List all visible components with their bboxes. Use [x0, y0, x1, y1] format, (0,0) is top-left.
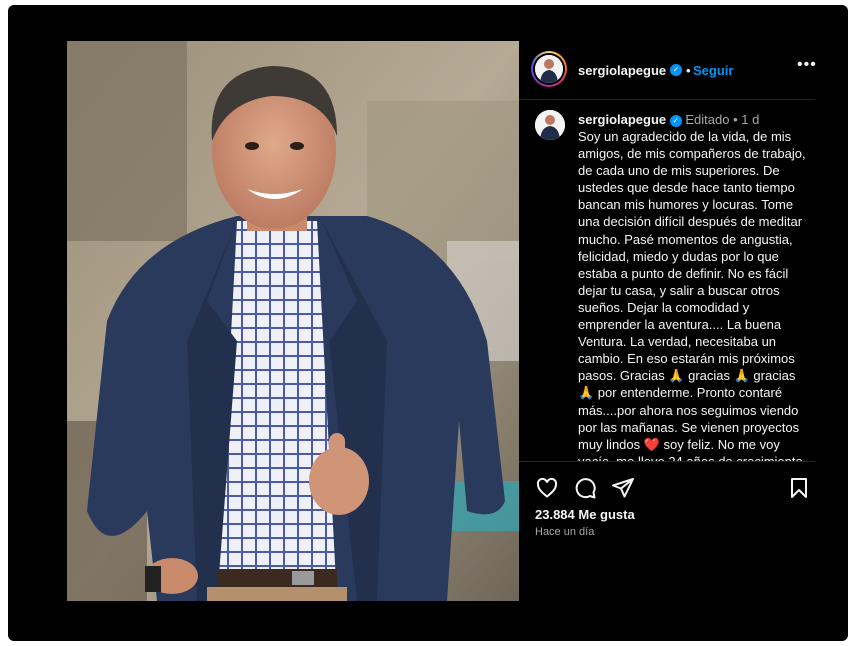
- caption-line: más....por ahora nos seguimos viendo: [578, 402, 799, 418]
- post-timestamp[interactable]: Hace un día: [535, 526, 594, 538]
- caption-line: felicidad, miedo y dudas por lo que: [578, 248, 779, 264]
- caption-line: por las mañanas. Se vienen proyectos: [578, 419, 800, 435]
- author-avatar[interactable]: [531, 51, 567, 87]
- caption-username[interactable]: sergiolapegue: [578, 112, 666, 127]
- caption-line: emprender la aventura.... La buena: [578, 317, 782, 333]
- like-count[interactable]: 23.884 Me gusta: [535, 507, 635, 522]
- caption-line: vacío, me llevo 24 años de crecimiento: [578, 453, 810, 461]
- more-options-icon[interactable]: •••: [797, 56, 817, 74]
- caption-line: mucho. Pasé momentos de angustia,: [578, 231, 793, 247]
- avatar-image: [535, 55, 563, 83]
- bookmark-icon[interactable]: [787, 476, 811, 505]
- caption-line: muy lindos ❤️ soy feliz. No me voy: [578, 436, 780, 452]
- post-side-panel: sergiolapegue ✓ • Seguir ••• sergiolapeg…: [519, 41, 817, 602]
- post-header: sergiolapegue ✓ • Seguir •••: [519, 41, 817, 100]
- caption-line: 🙏 por entenderme. Pronto contaré: [578, 385, 783, 401]
- comment-icon[interactable]: [573, 476, 597, 505]
- instagram-post-modal: sergiolapegue ✓ • Seguir ••• sergiolapeg…: [8, 5, 848, 641]
- caption-meta: Editado • 1 d: [685, 112, 760, 127]
- caption-line: pasos. Gracias 🙏 gracias 🙏 gracias: [578, 368, 796, 384]
- verified-badge-icon: ✓: [670, 64, 682, 76]
- verified-badge-icon: ✓: [669, 115, 682, 127]
- separator-dot: •: [686, 63, 691, 78]
- follow-button[interactable]: Seguir: [693, 63, 733, 78]
- caption-line: estaba a punto de definir. No es fácil: [578, 265, 789, 281]
- caption-line: bancan mis humores y locuras. Tome: [578, 197, 794, 213]
- caption-line: de cada uno de mis superiores. De: [578, 163, 780, 179]
- caption-line: dejar tu casa, y salir a buscar otros: [578, 282, 780, 298]
- send-icon[interactable]: [611, 476, 635, 505]
- caption-line: Soy un agradecido de la vida, de mis: [578, 129, 792, 144]
- caption-line: ustedes que desde hace tanto tiempo: [578, 180, 795, 196]
- caption-line: Ventura. La verdad, necesitaba un: [578, 334, 777, 350]
- action-bar: 23.884 Me gusta Hace un día: [519, 461, 815, 602]
- heart-icon[interactable]: [535, 476, 559, 505]
- post-photo[interactable]: [67, 41, 519, 601]
- man-in-blazer-photo: [67, 41, 519, 601]
- caption-header: sergiolapegue ✓ Editado • 1 d: [578, 112, 759, 127]
- caption-text: Soy un agradecido de la vida, de mis ami…: [578, 128, 810, 461]
- caption-line: amigos, de mis compañeros de trabajo,: [578, 146, 806, 162]
- caption-section: sergiolapegue ✓ Editado • 1 d Soy un agr…: [519, 100, 815, 461]
- caption-line: sueños. Dejar la comodidad y: [578, 299, 750, 315]
- caption-line: una decisión difícil después de meditar: [578, 214, 803, 230]
- caption-avatar[interactable]: [535, 110, 565, 140]
- author-username[interactable]: sergiolapegue: [578, 63, 666, 78]
- caption-line: cambio. En eso estarán mis próximos: [578, 351, 795, 367]
